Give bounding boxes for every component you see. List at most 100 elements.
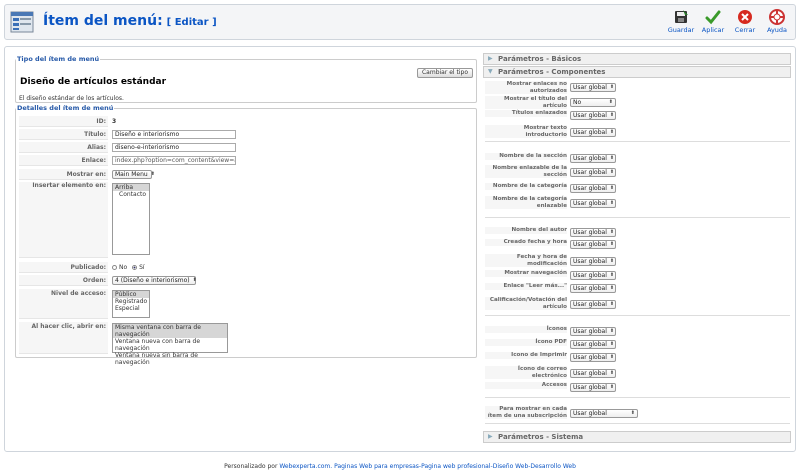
param-label: Mostrar texto introductorio <box>485 125 567 138</box>
menu-item-type-description: El diseño estándar de los artículos. <box>19 95 124 102</box>
title-input[interactable]: Diseño e interiorismo <box>112 130 236 139</box>
param-select[interactable]: Usar global ⬍ <box>570 239 616 249</box>
click-open-listbox[interactable]: Misma ventana con barra de navegación Ve… <box>112 323 228 366</box>
params-components-label: Parámetros - Componentes <box>498 68 606 76</box>
param-label: Calificación/Votación del artículo <box>485 297 567 310</box>
select-arrows-icon: ⬍ <box>609 154 615 161</box>
save-label: Guardar <box>667 26 695 34</box>
params-system-toggle[interactable]: ▶ Parámetros - Sistema <box>483 431 791 443</box>
param-select-value: Usar global <box>573 228 607 236</box>
close-button[interactable]: Cerrar <box>729 7 761 34</box>
insert-option[interactable]: Contacto <box>113 191 149 198</box>
click-open-option[interactable]: Ventana nueva con barra de navegación <box>113 338 227 352</box>
save-icon <box>675 10 688 23</box>
page-subtitle: [ Editar ] <box>166 17 217 28</box>
select-arrows-icon: ⬍ <box>609 300 615 307</box>
select-arrows-icon: ⬍ <box>630 409 635 416</box>
access-option[interactable]: Especial <box>113 305 149 312</box>
param-select-value: Usar global <box>573 300 607 308</box>
param-row: Íconos Usar global ⬍ <box>485 326 790 336</box>
select-arrows-icon: ⬍ <box>609 83 615 90</box>
help-label: Ayuda <box>766 26 788 34</box>
param-select[interactable]: Usar global ⬍ <box>570 299 616 309</box>
divider <box>485 397 790 398</box>
show-in-select[interactable]: Main Menu ⬍ <box>112 170 155 179</box>
access-listbox[interactable]: Público Registrado Especial <box>112 290 150 318</box>
divider <box>485 217 790 218</box>
apply-button[interactable]: Aplicar <box>697 7 729 34</box>
param-select[interactable]: Usar global ⬍ <box>570 183 616 193</box>
params-components-toggle[interactable]: ▼ Parámetros - Componentes <box>483 66 791 78</box>
alias-row: Alias: diseno-e-interiorismo <box>19 142 473 153</box>
change-type-button[interactable]: Cambiar el tipo <box>416 68 473 78</box>
param-select[interactable]: Usar global ⬍ <box>570 153 616 163</box>
param-select[interactable]: Usar global ⬍ <box>570 256 616 266</box>
param-select-value: Usar global <box>573 83 607 91</box>
params-basic-toggle[interactable]: ▶ Parámetros - Básicos <box>483 53 791 65</box>
param-select[interactable]: Usar global ⬍ <box>570 352 616 362</box>
param-select[interactable]: Usar global ⬍ <box>570 382 616 392</box>
menu-item-details-section: Detalles del ítem de menú ID: 3 Título: … <box>15 104 477 366</box>
param-select[interactable]: Usar global ⬍ <box>570 82 616 92</box>
select-arrows-icon: ⬍ <box>609 353 615 360</box>
alias-input[interactable]: diseno-e-interiorismo <box>112 143 236 152</box>
select-arrows-icon: ⬍ <box>609 369 615 376</box>
toolbar: Guardar Aplicar Cerrar Ayuda <box>665 7 793 34</box>
click-open-row: Al hacer clic, abrir en: Misma ventana c… <box>19 322 473 366</box>
menu-item-details-legend: Detalles del ítem de menú <box>17 104 114 112</box>
select-arrows-icon: ⬍ <box>192 277 197 283</box>
show-in-label: Mostrar en: <box>19 169 108 180</box>
click-open-label: Al hacer clic, abrir en: <box>19 322 108 354</box>
save-button[interactable]: Guardar <box>665 7 697 34</box>
id-row: ID: 3 <box>19 116 473 127</box>
param-label: Nombre del autor <box>485 227 567 234</box>
param-row: Mostrar el título del artículo No ⬍ <box>485 96 790 109</box>
published-yes-radio[interactable] <box>132 265 138 270</box>
param-select-value: Usar global <box>573 168 607 176</box>
param-label: Nombre de la categoría <box>485 183 567 190</box>
menu-item-type-section: Tipo del ítem de menú Diseño de artículo… <box>15 55 477 103</box>
param-row: Fecha y hora de modificación Usar global ⬍ <box>485 254 790 268</box>
select-arrows-icon: ⬍ <box>609 199 615 206</box>
param-label: Icono de Imprimir <box>485 352 567 359</box>
param-label: Nombre de la categoría enlazable <box>485 196 567 209</box>
param-select[interactable]: Usar global ⬍ <box>570 127 616 137</box>
param-select[interactable]: Usar global ⬍ <box>570 227 616 237</box>
param-select[interactable]: Usar global ⬍ <box>570 326 616 336</box>
select-arrows-icon: ⬍ <box>609 284 615 291</box>
param-select[interactable]: Usar global ⬍ <box>570 283 616 293</box>
param-select-value: Usar global <box>573 271 607 279</box>
select-arrows-icon: ⬍ <box>150 171 155 177</box>
param-row: Ícono de correo electrónico Usar global ⬍ <box>485 366 790 380</box>
click-open-option[interactable]: Ventana nueva sin barra de navegación <box>113 352 227 366</box>
param-select[interactable]: Usar global ⬍ <box>570 198 616 208</box>
param-select[interactable]: Usar global ⬍ <box>570 408 638 418</box>
footer: Personalizado por Webexperta.com. Pagina… <box>0 463 800 470</box>
param-select-value: Usar global <box>573 383 607 391</box>
param-select[interactable]: Usar global ⬍ <box>570 110 616 120</box>
param-label: Mostrar enlaces no autorizados <box>485 81 567 94</box>
param-row: Creado fecha y hora Usar global ⬍ <box>485 239 790 249</box>
divider <box>485 423 790 424</box>
param-select[interactable]: Usar global ⬍ <box>570 339 616 349</box>
select-arrows-icon: ⬍ <box>609 184 615 191</box>
help-button[interactable]: Ayuda <box>761 7 793 34</box>
menu-item-icon <box>10 11 34 33</box>
access-option[interactable]: Público <box>113 291 149 298</box>
param-row: Nombre de la categoría Usar global ⬍ <box>485 183 790 193</box>
order-select[interactable]: 4 (Diseño e interiorismo) ⬍ <box>112 276 197 285</box>
param-label: Mostrar el título del artículo <box>485 96 567 109</box>
insert-option[interactable]: Arriba <box>113 184 149 191</box>
insert-listbox[interactable]: Arriba Contacto <box>112 183 150 255</box>
param-select[interactable]: Usar global ⬍ <box>570 368 616 378</box>
footer-link[interactable]: Webexperta.com. Paginas Web para empresa… <box>279 463 576 470</box>
access-option[interactable]: Registrado <box>113 298 149 305</box>
param-select[interactable]: Usar global ⬍ <box>570 270 616 280</box>
show-in-row: Mostrar en: Main Menu ⬍ <box>19 169 473 180</box>
click-open-option[interactable]: Misma ventana con barra de navegación <box>113 324 227 338</box>
published-no-radio[interactable] <box>112 265 117 270</box>
param-select[interactable]: No ⬍ <box>570 97 616 107</box>
param-label: Nombre de la sección <box>485 153 567 160</box>
param-select[interactable]: Usar global ⬍ <box>570 167 616 177</box>
param-label: Fecha y hora de modificación <box>485 254 567 267</box>
